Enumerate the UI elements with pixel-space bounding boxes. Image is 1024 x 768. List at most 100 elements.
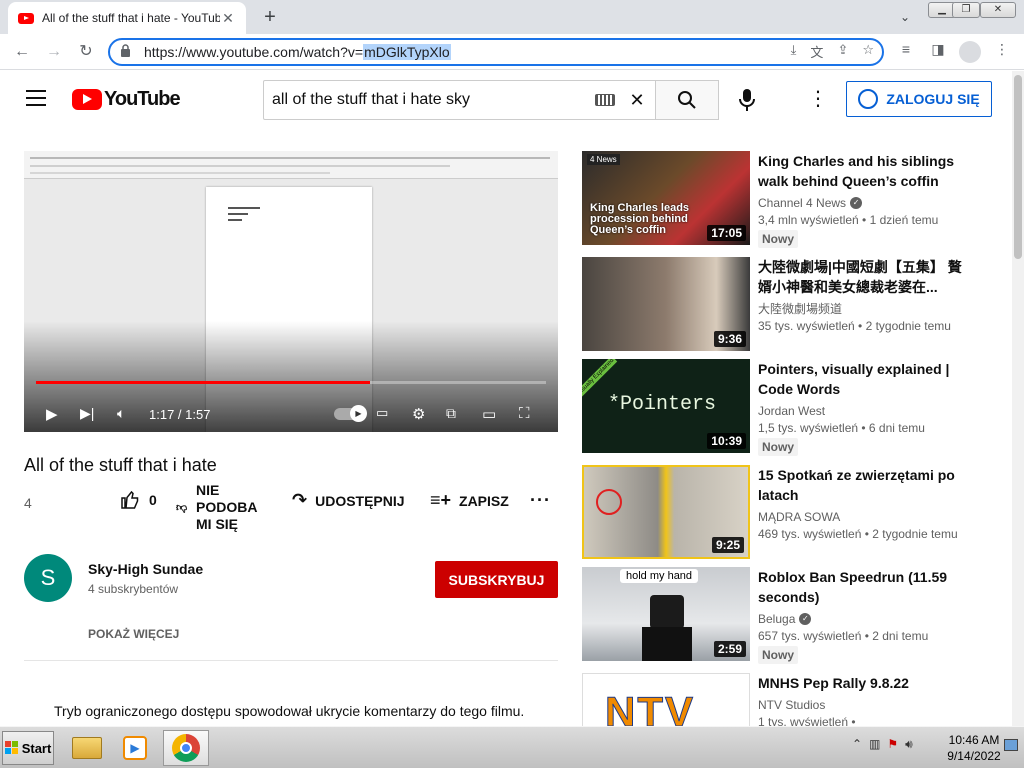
clear-search-icon[interactable]: ✕ <box>627 90 647 111</box>
fullscreen-icon[interactable]: ⛶ <box>519 405 530 422</box>
recommendation-item[interactable]: 9:25 15 Spotkań ze zwierzętami po latach… <box>582 465 982 559</box>
new-badge: Nowy <box>758 646 799 664</box>
address-bar[interactable]: https://www.youtube.com/watch?v= mDGlkTyp… <box>108 38 884 66</box>
recommendation-channel[interactable]: Jordan West <box>758 403 825 419</box>
browser-tab[interactable]: All of the stuff that i hate - YouTube ✕ <box>8 2 246 34</box>
scrollbar-thumb[interactable] <box>1014 75 1022 259</box>
side-panel-icon[interactable]: ◨ <box>927 41 949 58</box>
install-app-icon[interactable]: ⤓ <box>791 42 797 61</box>
new-tab-button[interactable]: + <box>258 5 282 29</box>
volume-icon[interactable]: 🔈︎ <box>117 405 125 422</box>
forward-arrow-icon[interactable]: → <box>42 40 66 64</box>
subtitles-icon[interactable]: ▭ <box>376 405 388 421</box>
recommendation-item[interactable]: 4 News King Charles leads procession beh… <box>582 151 982 248</box>
recommendation-item[interactable]: Visually Explained *Pointers 10:39 Point… <box>582 359 982 456</box>
search-button[interactable] <box>655 80 719 120</box>
youtube-play-logo-icon <box>72 89 102 110</box>
recommendation-title[interactable]: Pointers, visually explained | Code Word… <box>758 359 974 399</box>
file-explorer-taskbar-button[interactable] <box>64 730 110 766</box>
chrome-menu-icon[interactable]: ⋮ <box>991 41 1013 58</box>
profile-avatar-icon[interactable] <box>959 41 981 63</box>
time-display: 1:17 / 1:57 <box>149 407 211 422</box>
recommendation-channel[interactable]: NTV Studios <box>758 697 825 713</box>
play-icon[interactable]: ▶ <box>46 405 58 423</box>
youtube-wordmark: YouTube <box>104 88 181 110</box>
recommendation-channel[interactable]: Beluga <box>758 611 795 627</box>
recommendation-item[interactable]: hold my hand 2:59 Roblox Ban Speedrun (1… <box>582 567 982 664</box>
recommendation-title[interactable]: 15 Spotkań ze zwierzętami po latach <box>758 465 974 505</box>
recommendation-item[interactable]: NTV MNHS Pep Rally 9.8.22 NTV Studios 1 … <box>582 673 982 726</box>
video-thumbnail[interactable]: Visually Explained *Pointers 10:39 <box>582 359 750 453</box>
translate-icon[interactable]: 文 <box>810 42 823 61</box>
reload-icon[interactable]: ↻ <box>74 40 98 64</box>
video-player[interactable]: ▶ ▶| 🔈︎ 1:17 / 1:57 ▭ ⚙ ⧉ ▭ ⛶ <box>24 151 558 432</box>
youtube-header: YouTube ✕ ⋮ ZALOGUJ SIĘ <box>0 71 1012 127</box>
video-thumbnail[interactable]: 9:25 <box>582 465 750 559</box>
settings-gear-icon[interactable]: ⚙ <box>412 405 425 423</box>
keyboard-icon[interactable] <box>595 94 615 106</box>
clock-date: 9/14/2022 <box>947 749 1001 763</box>
recommendation-channel[interactable]: Channel 4 News <box>758 195 846 211</box>
save-button[interactable]: ≡+ ZAPISZ <box>430 490 509 511</box>
media-player-icon: ▶ <box>123 736 147 760</box>
taskbar-clock[interactable]: 10:46 AM 9/14/2022 <box>944 732 1004 764</box>
back-arrow-icon[interactable]: ← <box>10 40 34 64</box>
recommendation-title[interactable]: Roblox Ban Speedrun (11.59 seconds) <box>758 567 974 607</box>
recommendation-channel[interactable]: 大陸微劇場频道 <box>758 301 842 317</box>
thumbs-down-icon: 👎︎ <box>176 502 188 514</box>
tab-search-chevron-icon[interactable]: ⌄ <box>894 6 916 28</box>
close-window-icon[interactable]: ✕ <box>980 2 1016 18</box>
recommendation-views: 35 tys. wyświetleń • 2 tygodnie temu <box>758 319 951 333</box>
bookmark-star-icon[interactable]: ☆ <box>862 42 874 61</box>
network-icon[interactable]: ▥ <box>869 737 880 752</box>
video-thumbnail[interactable]: hold my hand 2:59 <box>582 567 750 661</box>
show-desktop-icon[interactable] <box>1004 739 1018 751</box>
save-label: ZAPISZ <box>459 492 509 509</box>
youtube-logo[interactable]: YouTube <box>72 88 181 111</box>
recommendation-title[interactable]: MNHS Pep Rally 9.8.22 <box>758 673 974 693</box>
user-circle-icon <box>858 89 879 109</box>
restore-icon[interactable]: ❐ <box>952 2 980 18</box>
recommendation-channel[interactable]: MĄDRA SOWA <box>758 509 840 525</box>
channel-name[interactable]: Sky-High Sundae <box>88 561 203 577</box>
sign-in-button[interactable]: ZALOGUJ SIĘ <box>846 81 992 117</box>
dislike-button[interactable]: 👎︎ NIE PODOBA MI SIĘ <box>176 482 276 533</box>
progress-bar[interactable] <box>36 381 546 384</box>
search-input[interactable] <box>272 91 595 109</box>
recommendation-title[interactable]: 大陸微劇場|中國短劇【五集】 贅婿小神醫和美女總裁老婆在... <box>758 257 974 297</box>
share-button[interactable]: ↷ UDOSTĘPNIJ <box>292 490 405 511</box>
page-scrollbar[interactable] <box>1012 71 1024 726</box>
subscribe-button[interactable]: SUBSKRYBUJ <box>435 561 558 598</box>
start-button[interactable]: Start <box>2 731 54 765</box>
speaker-icon[interactable]: 🔊︎ <box>905 737 913 752</box>
share-icon[interactable]: ⇪ <box>837 42 848 61</box>
video-thumbnail[interactable]: NTV <box>582 673 750 726</box>
roblox-character-icon <box>650 595 684 629</box>
chrome-taskbar-button[interactable] <box>163 730 209 766</box>
media-control-icon[interactable]: ≡ <box>895 41 917 57</box>
more-actions-icon[interactable]: ··· <box>530 490 551 511</box>
menu-hamburger-icon[interactable] <box>26 90 46 106</box>
autoplay-toggle[interactable] <box>334 405 367 422</box>
next-video-icon[interactable]: ▶| <box>80 405 94 422</box>
theater-mode-icon[interactable]: ▭ <box>482 405 496 423</box>
recommendation-title[interactable]: King Charles and his siblings walk behin… <box>758 151 974 191</box>
show-hidden-icons-icon[interactable]: ⌃ <box>852 737 862 752</box>
view-count: 4 <box>24 495 32 511</box>
video-thumbnail[interactable]: 9:36 <box>582 257 750 351</box>
voice-search-button[interactable] <box>730 83 764 117</box>
settings-more-icon[interactable]: ⋮ <box>808 86 828 112</box>
chrome-icon <box>172 734 200 762</box>
close-tab-icon[interactable]: ✕ <box>220 10 236 27</box>
show-more-button[interactable]: POKAŻ WIĘCEJ <box>88 627 179 641</box>
action-center-icon[interactable]: ⚑ <box>887 737 898 752</box>
channel-avatar[interactable]: S <box>24 554 72 602</box>
media-player-taskbar-button[interactable]: ▶ <box>112 730 158 766</box>
video-thumbnail[interactable]: 4 News King Charles leads procession beh… <box>582 151 750 245</box>
miniplayer-icon[interactable]: ⧉ <box>446 405 456 422</box>
recommendation-item[interactable]: 9:36 大陸微劇場|中國短劇【五集】 贅婿小神醫和美女總裁老婆在... 大陸微… <box>582 257 982 351</box>
folder-icon <box>72 737 102 759</box>
like-button[interactable]: 0 <box>120 490 157 510</box>
thumbnail-caption: King Charles leads procession behind Que… <box>590 202 690 236</box>
like-count: 0 <box>149 492 157 508</box>
